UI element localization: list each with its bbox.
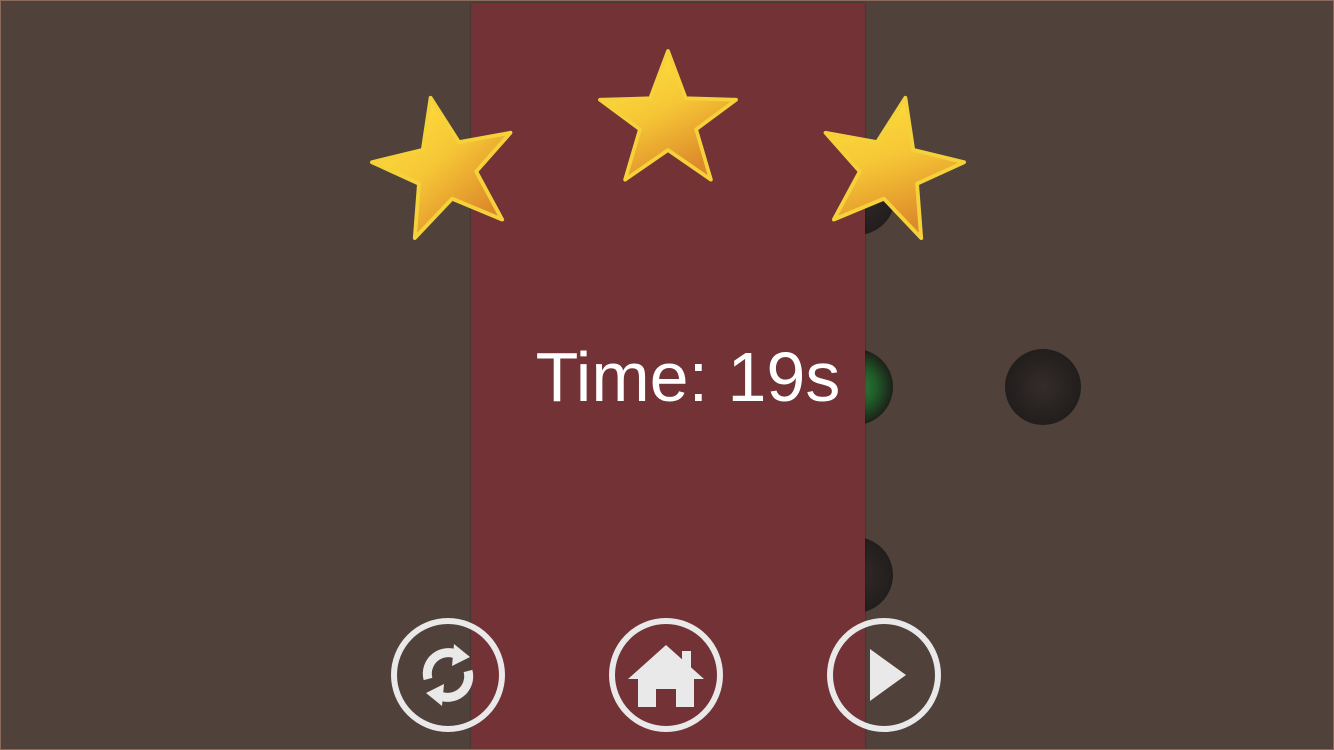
play-icon [870, 649, 906, 701]
home-button[interactable] [609, 618, 723, 732]
home-icon [628, 645, 704, 707]
star-icon [598, 49, 738, 182]
restart-button[interactable] [391, 618, 505, 732]
time-result: Time: 19s [535, 338, 841, 416]
game-screen: Time: 19s [0, 0, 1334, 750]
board-hole [1005, 349, 1081, 425]
next-level-button[interactable] [827, 618, 941, 732]
restart-icon [422, 644, 474, 706]
star-icon [823, 95, 967, 241]
star-icon [369, 95, 513, 241]
